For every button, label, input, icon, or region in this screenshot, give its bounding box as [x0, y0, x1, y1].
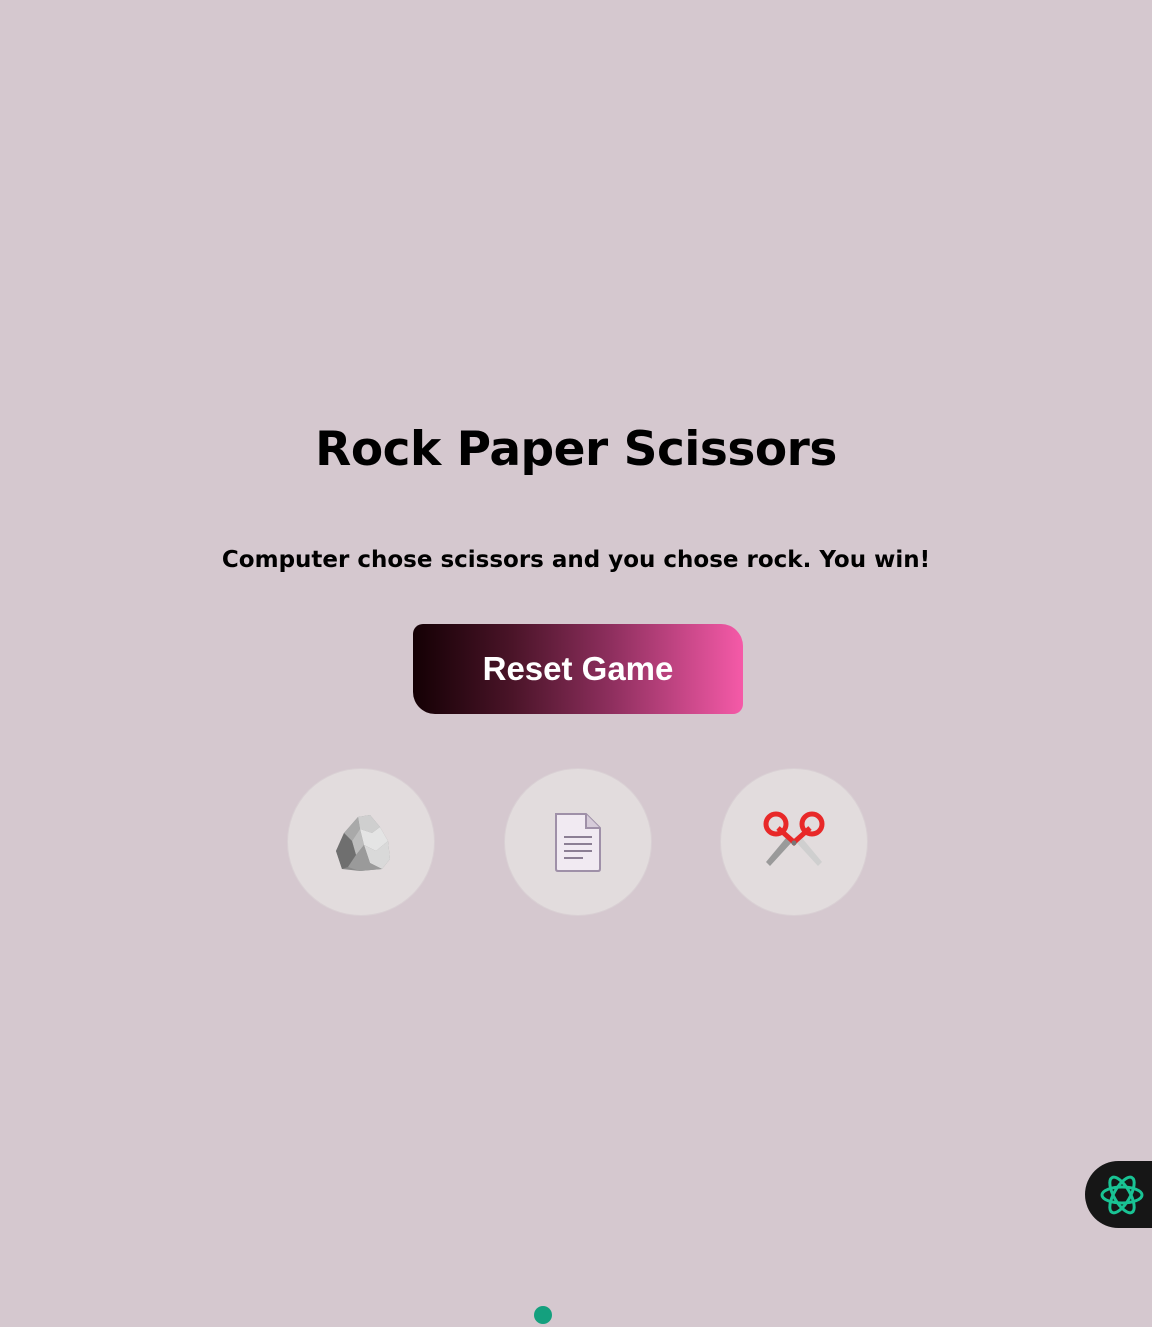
rock-choice-button[interactable] — [287, 768, 435, 916]
chat-assistant-button[interactable] — [1085, 1161, 1152, 1228]
scissors-icon — [763, 811, 825, 866]
result-message: Computer chose scissors and you chose ro… — [221, 547, 931, 573]
scissors-choice-button[interactable] — [720, 768, 868, 916]
reset-game-button[interactable]: Reset Game — [413, 624, 743, 714]
paper-icon — [555, 813, 601, 872]
choice-buttons — [0, 768, 1152, 916]
page-title: Rock Paper Scissors — [315, 422, 837, 477]
openai-logo-icon — [1100, 1175, 1144, 1214]
paper-choice-button[interactable] — [504, 768, 652, 916]
status-dot — [534, 1306, 552, 1324]
game-page: Rock Paper Scissors Computer chose sciss… — [0, 0, 1152, 1327]
rock-icon — [336, 815, 390, 871]
